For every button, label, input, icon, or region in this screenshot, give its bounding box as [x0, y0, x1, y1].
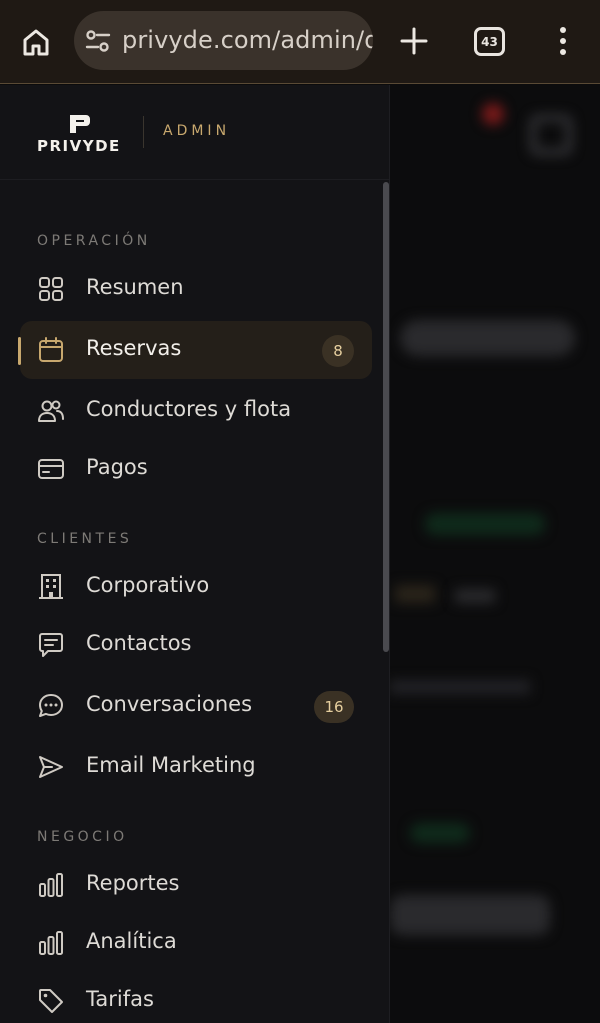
message-square-icon	[39, 633, 63, 657]
sidebar-item-tarifas[interactable]: Tarifas	[20, 972, 372, 1023]
credit-card-icon	[38, 459, 64, 479]
users-icon	[38, 400, 64, 422]
tab-count: 43	[481, 34, 498, 49]
sidebar-item-resumen[interactable]: Resumen	[20, 260, 372, 318]
send-icon	[39, 756, 63, 778]
drawer-scrollbar[interactable]	[383, 182, 389, 652]
building-icon	[39, 574, 63, 599]
sidebar-item-label: Email Marketing	[86, 753, 256, 777]
blurred-status-2	[410, 823, 470, 843]
header-divider	[143, 116, 144, 148]
grid-icon	[39, 277, 63, 301]
logo-mark-blurred	[530, 115, 572, 155]
screen: privyde.com/admin/da 43 PRIVYDE ADMIN OP…	[0, 0, 600, 1023]
sidebar-item-label: Corporativo	[86, 573, 210, 597]
new-tab-button[interactable]	[397, 24, 431, 58]
home-button[interactable]	[18, 24, 54, 60]
home-icon	[23, 29, 49, 56]
dashboard-background	[390, 85, 600, 1023]
sidebar-item-label: Contactos	[86, 631, 192, 655]
browser-menu-button[interactable]	[553, 24, 573, 58]
blurred-field	[390, 895, 550, 935]
browser-toolbar: privyde.com/admin/da 43	[0, 0, 600, 84]
sidebar-drawer: PRIVYDE ADMIN OPERACIÓN Resumen Reservas	[0, 85, 390, 1023]
section-label-operacion: OPERACIÓN	[37, 233, 151, 249]
sidebar-item-contactos[interactable]: Contactos	[20, 616, 372, 674]
count-badge: 16	[314, 691, 354, 723]
blurred-status	[425, 513, 545, 535]
sidebar-item-email-marketing[interactable]: Email Marketing	[20, 738, 372, 796]
sidebar-item-reservas[interactable]: Reservas 8	[18, 321, 372, 379]
sidebar-item-label: Conversaciones	[86, 692, 253, 716]
notification-dot	[482, 103, 504, 125]
sidebar-item-label: Reservas	[86, 336, 182, 360]
admin-label: ADMIN	[163, 123, 231, 139]
blurred-text	[455, 589, 495, 603]
tab-switcher-button[interactable]: 43	[474, 27, 505, 56]
sidebar-item-conductores[interactable]: Conductores y flota	[20, 382, 372, 440]
more-vertical-icon	[560, 27, 566, 55]
sidebar-item-corporativo[interactable]: Corporativo	[20, 558, 372, 616]
blurred-text-line	[390, 680, 530, 694]
drawer-header: PRIVYDE ADMIN	[0, 85, 389, 180]
calendar-icon	[39, 337, 63, 362]
section-label-negocio: NEGOCIO	[37, 829, 128, 845]
sidebar-item-label: Conductores y flota	[86, 397, 292, 421]
sidebar-item-label: Pagos	[86, 455, 148, 479]
site-settings-icon[interactable]	[85, 29, 111, 53]
sidebar-item-reportes[interactable]: Reportes	[20, 856, 372, 914]
sidebar-item-label: Tarifas	[86, 987, 154, 1011]
section-label-clientes: CLIENTES	[37, 531, 133, 547]
logo-text: PRIVYDE	[37, 137, 121, 155]
sidebar-item-conversaciones[interactable]: Conversaciones 16	[20, 677, 372, 735]
sidebar-item-label: Reportes	[86, 871, 180, 895]
tag-icon	[39, 989, 63, 1013]
plus-icon	[400, 27, 428, 55]
url-text: privyde.com/admin/da	[122, 26, 373, 54]
sidebar-item-analitica[interactable]: Analítica	[20, 914, 372, 972]
chat-bubble-icon	[39, 694, 63, 717]
blurred-button	[400, 320, 575, 356]
sidebar-item-label: Resumen	[86, 275, 184, 299]
sidebar-item-label: Analítica	[86, 929, 177, 953]
blurred-chip	[395, 585, 435, 603]
address-bar[interactable]: privyde.com/admin/da	[74, 11, 373, 70]
count-badge: 8	[322, 335, 354, 367]
bar-chart-icon	[39, 873, 63, 897]
bar-chart-icon	[39, 931, 63, 955]
sidebar-item-pagos[interactable]: Pagos	[20, 440, 372, 498]
privyde-logo-icon	[70, 115, 90, 133]
